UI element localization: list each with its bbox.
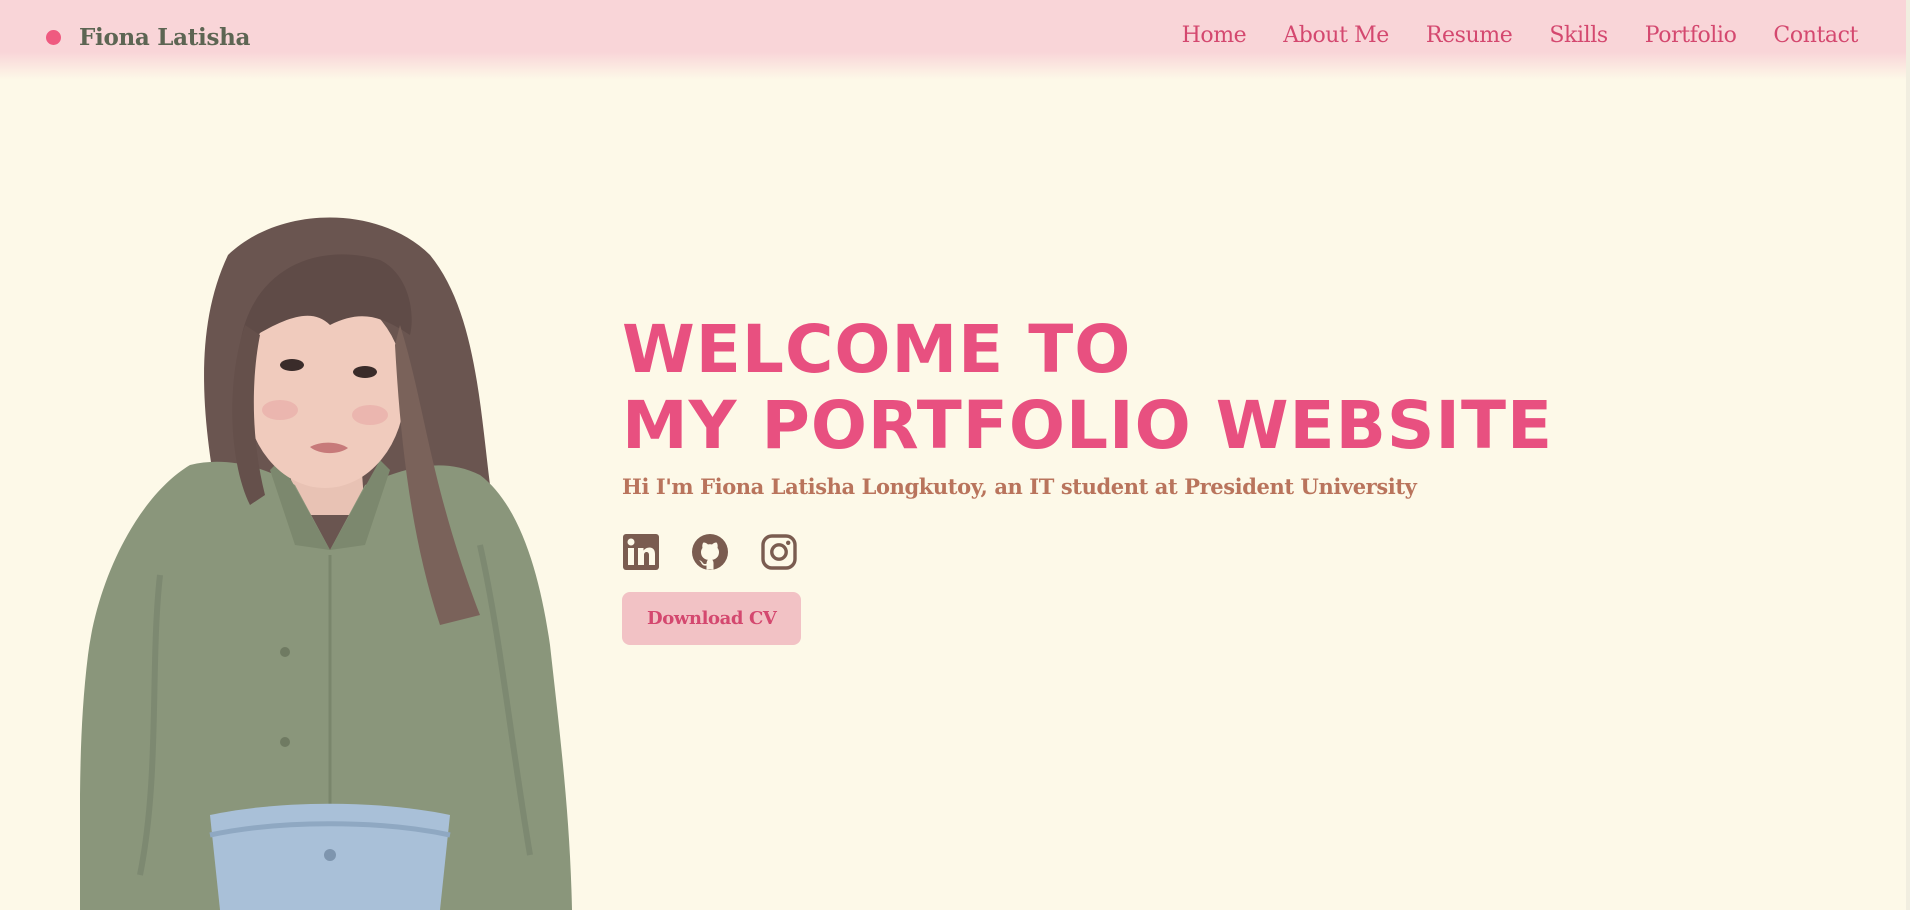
nav-link-portfolio[interactable]: Portfolio <box>1645 23 1737 48</box>
social-links <box>622 533 1553 571</box>
profile-photo <box>80 217 572 910</box>
github-icon[interactable] <box>691 533 729 571</box>
download-cv-button[interactable]: Download CV <box>622 592 802 645</box>
brand[interactable]: Fiona Latisha <box>46 24 250 51</box>
hero-title-line-2: MY PORTFOLIO WEBSITE <box>622 387 1554 464</box>
nav-link-home[interactable]: Home <box>1182 23 1247 48</box>
nav-link-about-me[interactable]: About Me <box>1283 23 1389 48</box>
brand-name[interactable]: Fiona Latisha <box>79 24 250 51</box>
hero-subtitle: Hi I'm Fiona Latisha Longkutoy, an IT st… <box>622 474 1417 499</box>
nav-link-resume[interactable]: Resume <box>1426 23 1513 48</box>
navbar: Fiona Latisha Home About Me Resume Skill… <box>0 0 1910 80</box>
nav-link-contact[interactable]: Contact <box>1773 23 1858 48</box>
scrollbar-edge <box>1906 0 1910 910</box>
linkedin-icon[interactable] <box>622 533 660 571</box>
hero-title: WELCOME TO MY PORTFOLIO WEBSITE <box>622 312 1553 464</box>
nav-links: Home About Me Resume Skills Portfolio Co… <box>1182 23 1859 48</box>
brand-dot-icon <box>46 30 61 45</box>
hero-title-line-1: WELCOME TO <box>622 311 1132 388</box>
hero: WELCOME TO MY PORTFOLIO WEBSITE Hi I'm F… <box>622 312 1553 645</box>
page: Fiona Latisha Home About Me Resume Skill… <box>0 0 1910 910</box>
instagram-icon[interactable] <box>760 533 798 571</box>
nav-link-skills[interactable]: Skills <box>1549 23 1608 48</box>
